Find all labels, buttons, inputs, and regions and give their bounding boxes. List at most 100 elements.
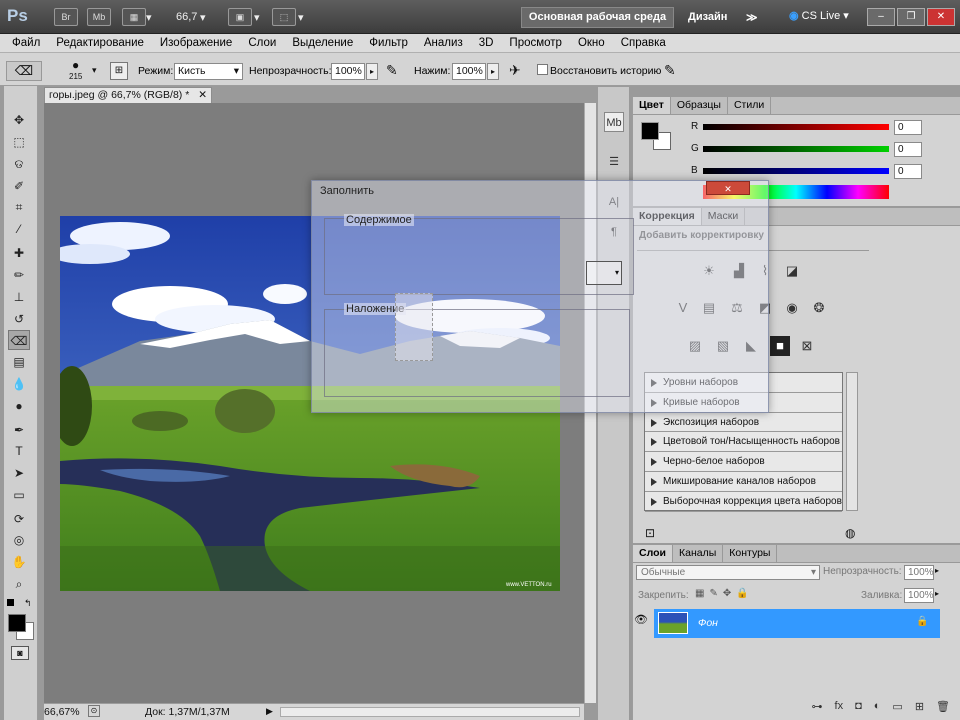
dialog-close-icon[interactable]: ✕: [706, 181, 750, 195]
layer-style-icon[interactable]: fx: [835, 700, 844, 720]
bridge-icon[interactable]: Br: [54, 8, 78, 26]
return-to-list-icon[interactable]: ⊡: [645, 526, 655, 540]
delete-layer-icon[interactable]: 🗑: [936, 700, 950, 720]
menu-image[interactable]: Изображение: [160, 37, 232, 49]
channel-b-input[interactable]: 0: [894, 164, 922, 179]
type-tool-icon[interactable]: T: [8, 441, 30, 461]
lasso-tool-icon[interactable]: ଡ: [8, 154, 30, 174]
3d-orbit-tool-icon[interactable]: ◎: [8, 530, 30, 550]
preset-scrollbar[interactable]: [846, 372, 858, 511]
new-group-icon[interactable]: ▭: [892, 700, 902, 720]
exposure-icon[interactable]: ◪: [782, 261, 802, 281]
layer-lock-icon[interactable]: 🔒: [916, 616, 928, 627]
menu-layers[interactable]: Слои: [248, 37, 276, 49]
more-workspaces-button[interactable]: ≫: [746, 11, 758, 24]
eyedropper-tool-icon[interactable]: ⁄: [8, 219, 30, 239]
document-tab[interactable]: горы.jpeg @ 66,7% (RGB/8) * ✕: [44, 87, 212, 103]
menu-help[interactable]: Справка: [621, 37, 666, 49]
view-extras-icon[interactable]: ▦: [122, 8, 146, 26]
content-select[interactable]: ▾: [586, 261, 622, 285]
channel-r-slider[interactable]: [703, 124, 889, 130]
workspace-design-button[interactable]: Дизайн: [688, 11, 727, 23]
path-selection-tool-icon[interactable]: ➤: [8, 463, 30, 483]
horizontal-scrollbar[interactable]: [280, 707, 580, 717]
tab-channels[interactable]: Каналы: [673, 545, 724, 562]
photo-filter-icon[interactable]: ◉: [782, 298, 802, 318]
opacity-input[interactable]: 100%: [331, 63, 365, 80]
minibridge-panel-icon[interactable]: Mb: [604, 112, 624, 132]
eraser-tool-icon[interactable]: ⌫: [8, 330, 30, 350]
marquee-tool-icon[interactable]: ⬚: [8, 132, 30, 152]
arrange-documents-icon[interactable]: ▣: [228, 8, 252, 26]
menu-window[interactable]: Окно: [578, 37, 605, 49]
move-tool-icon[interactable]: ✥: [8, 110, 30, 130]
status-menu-arrow-icon[interactable]: ▶: [266, 706, 273, 717]
hand-tool-icon[interactable]: ✋: [8, 552, 30, 572]
layer-mask-icon[interactable]: ◘: [855, 700, 862, 720]
lock-icons[interactable]: ▦✎✥🔒: [695, 588, 754, 599]
brush-tip-icon[interactable]: ●: [72, 58, 79, 72]
tab-color[interactable]: Цвет: [633, 97, 671, 114]
channel-mixer-icon[interactable]: ❂: [809, 298, 829, 318]
brush-panel-icon[interactable]: ⊞: [110, 62, 128, 80]
chevron-down-icon[interactable]: ▾: [92, 65, 97, 76]
tablet-pressure-icon[interactable]: ✎: [664, 62, 676, 79]
channel-g-slider[interactable]: [703, 146, 889, 152]
preset-black-white[interactable]: Черно-белое наборов: [645, 452, 842, 472]
crop-tool-icon[interactable]: ⌗: [8, 197, 30, 217]
tab-styles[interactable]: Стили: [728, 97, 772, 114]
layer-fill-arrow-icon[interactable]: ▸: [935, 589, 939, 598]
tab-paths[interactable]: Контуры: [723, 545, 778, 562]
menu-file[interactable]: Файл: [12, 37, 40, 49]
gradient-map-icon[interactable]: ■: [770, 336, 790, 356]
mode-select[interactable]: Кисть ▾: [174, 63, 243, 80]
layer-opacity-arrow-icon[interactable]: ▸: [935, 566, 939, 575]
quick-mask-icon[interactable]: ◙: [11, 646, 29, 660]
chevron-down-icon[interactable]: ▾: [298, 11, 304, 24]
link-layers-icon[interactable]: ⊶: [812, 700, 823, 720]
menu-select[interactable]: Выделение: [292, 37, 353, 49]
airbrush-pressure-icon[interactable]: ✎: [386, 62, 398, 79]
menu-3d[interactable]: 3D: [479, 37, 494, 49]
selective-color-icon[interactable]: ⊠: [797, 336, 817, 356]
close-icon[interactable]: ✕: [927, 8, 955, 26]
3d-rotate-tool-icon[interactable]: ⟳: [8, 509, 30, 529]
gradient-tool-icon[interactable]: ▤: [8, 352, 30, 372]
preset-channel-mixer[interactable]: Микширование каналов наборов: [645, 472, 842, 492]
menu-analysis[interactable]: Анализ: [424, 37, 463, 49]
dialog-titlebar[interactable]: Заполнить ✕: [312, 181, 768, 201]
healing-brush-tool-icon[interactable]: ✚: [8, 243, 30, 263]
status-info-icon[interactable]: ⊙: [88, 705, 100, 717]
foreground-color-swatch[interactable]: [8, 614, 26, 632]
channel-g-input[interactable]: 0: [894, 142, 922, 157]
tab-swatches[interactable]: Образцы: [671, 97, 728, 114]
chevron-down-icon[interactable]: ▾: [200, 11, 206, 24]
preset-exposure[interactable]: Экспозиция наборов: [645, 413, 842, 433]
pen-tool-icon[interactable]: ✒: [8, 420, 30, 440]
new-adjustment-icon[interactable]: ◐: [874, 700, 881, 720]
workspace-essentials-button[interactable]: Основная рабочая среда: [521, 7, 674, 28]
menu-edit[interactable]: Редактирование: [56, 37, 144, 49]
minimize-icon[interactable]: –: [867, 8, 895, 26]
menu-view[interactable]: Просмотр: [509, 37, 562, 49]
layer-fill-input[interactable]: 100%: [904, 588, 934, 603]
dodge-tool-icon[interactable]: ●: [8, 396, 30, 416]
tab-layers[interactable]: Слои: [633, 545, 673, 562]
close-document-icon[interactable]: ✕: [198, 88, 207, 103]
zoom-level[interactable]: 66,7: [176, 11, 197, 23]
status-zoom[interactable]: 66,67%: [44, 706, 84, 718]
maximize-icon[interactable]: ❐: [897, 8, 925, 26]
new-layer-icon[interactable]: ⊞: [915, 700, 924, 720]
chevron-down-icon[interactable]: ▾: [254, 11, 260, 24]
layer-opacity-input[interactable]: 100%: [904, 565, 934, 580]
restore-history-checkbox[interactable]: [537, 64, 548, 75]
zoom-tool-icon[interactable]: ⌕: [8, 574, 30, 594]
preset-hue-saturation[interactable]: Цветовой тон/Насыщенность наборов: [645, 432, 842, 453]
screen-mode-icon[interactable]: ⬚: [272, 8, 296, 26]
layer-row-background[interactable]: Фон 🔒: [654, 609, 940, 638]
adjustment-options-icon[interactable]: ◍: [845, 526, 855, 540]
quick-selection-tool-icon[interactable]: ✐: [8, 176, 30, 196]
channel-b-slider[interactable]: [703, 168, 889, 174]
menu-filter[interactable]: Фильтр: [369, 37, 408, 49]
channel-r-input[interactable]: 0: [894, 120, 922, 135]
